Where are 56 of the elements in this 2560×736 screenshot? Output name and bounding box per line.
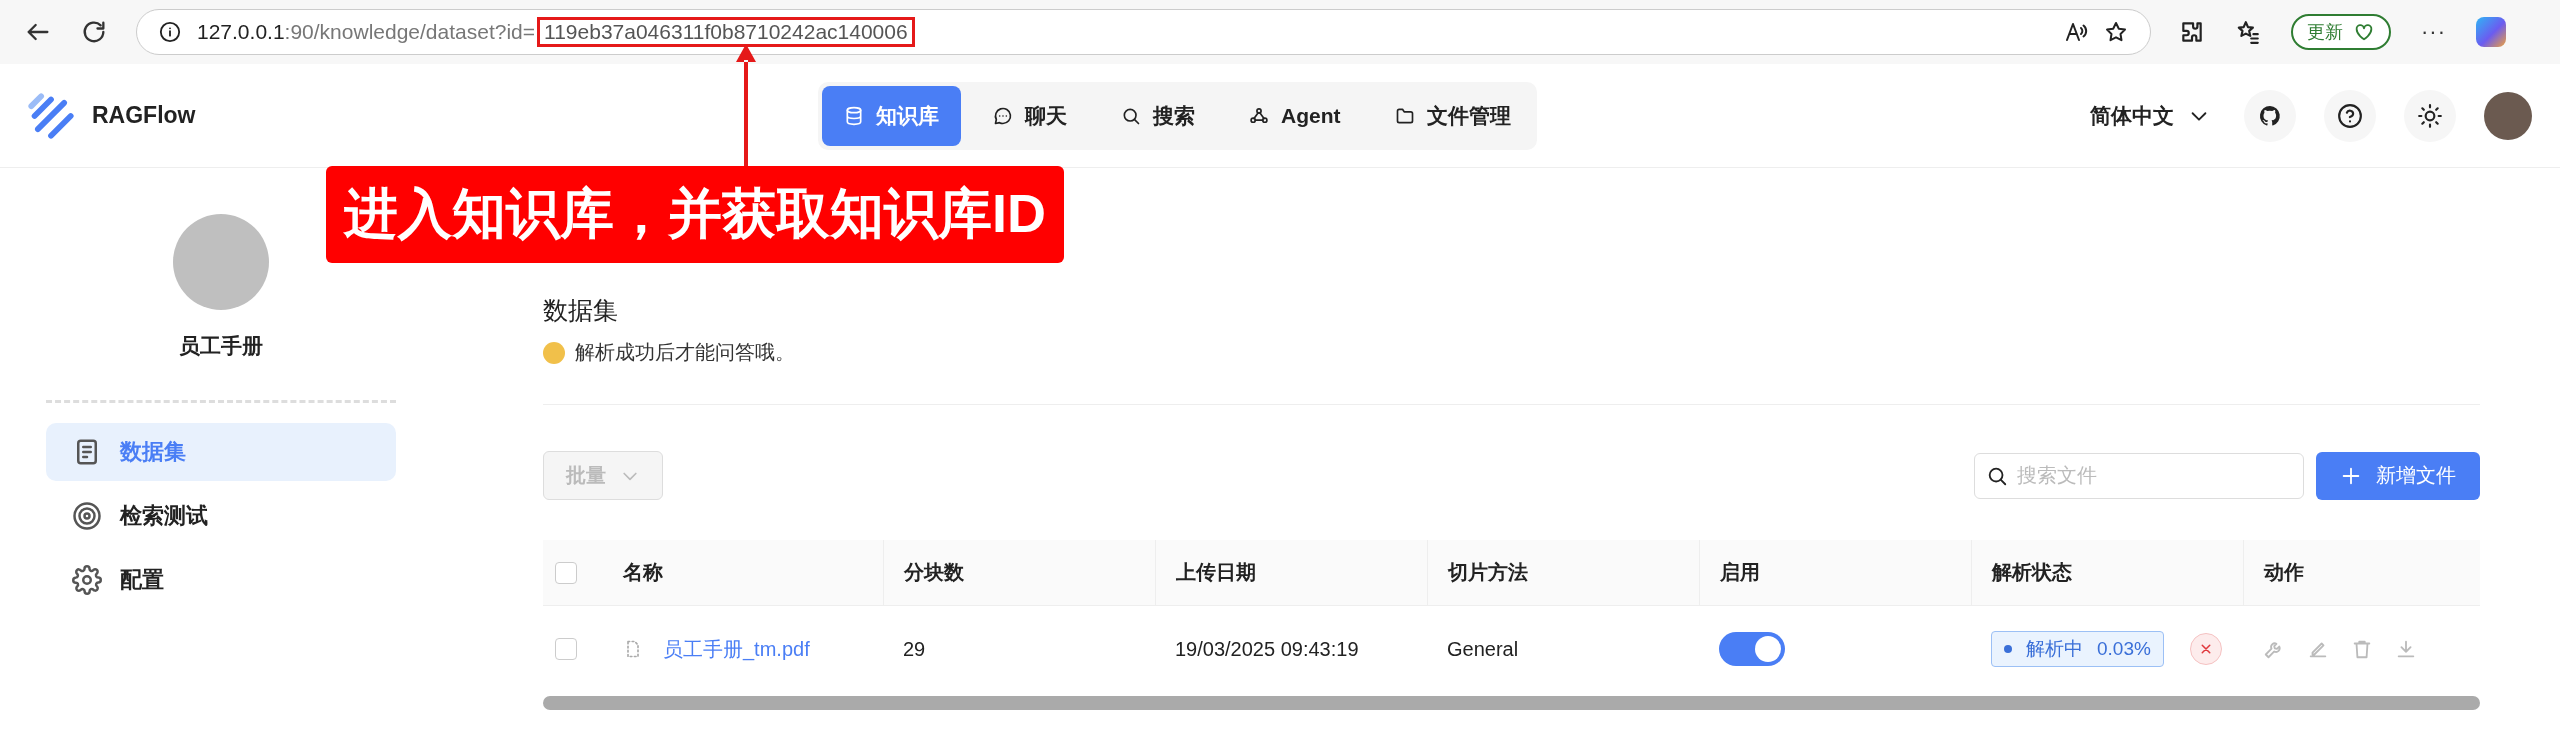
more-button[interactable]: ···	[2421, 19, 2446, 45]
info-icon	[159, 21, 181, 43]
annotation-label: 进入知识库，并获取知识库ID	[326, 166, 1064, 263]
nav-tab[interactable]: 知识库	[822, 85, 961, 146]
column-header: 解析状态	[1992, 560, 2072, 585]
heart-icon	[2353, 21, 2375, 43]
url-path: :90/knowledge/dataset?id=	[284, 20, 536, 44]
url-host: 127.0.0.1	[197, 20, 285, 44]
upload-date: 19/03/2025 09:43:19	[1175, 637, 1359, 661]
column-header: 动作	[2264, 560, 2304, 585]
chat-icon	[993, 105, 1013, 126]
address-bar[interactable]: 127.0.0.1:90/knowledge/dataset?id= 119eb37a046311f0b8710242ac140006	[136, 9, 2151, 55]
nav-tab[interactable]: 聊天	[971, 85, 1089, 146]
read-aloud-icon	[2064, 20, 2088, 44]
column-header: 名称	[623, 560, 663, 585]
user-avatar[interactable]	[2484, 91, 2532, 140]
sun-icon	[2417, 102, 2443, 129]
language-selector[interactable]: 简体中文	[2084, 100, 2216, 131]
puzzle-icon	[2179, 19, 2205, 45]
github-icon	[2258, 103, 2282, 128]
column-header: 启用	[1720, 560, 1760, 585]
checkbox[interactable]	[555, 638, 577, 660]
download-icon	[2395, 638, 2417, 660]
column-header: 分块数	[904, 560, 964, 585]
scrollbar[interactable]	[543, 696, 2480, 710]
nav-tab[interactable]: 搜索	[1099, 85, 1217, 146]
target-icon	[72, 501, 102, 531]
chunk-count: 29	[903, 637, 926, 661]
checkbox[interactable]	[555, 561, 577, 584]
knowledge-base-name: 员工手册	[179, 333, 263, 359]
favorites-icon	[2235, 19, 2261, 45]
file-link[interactable]: 员工手册_tm.pdf	[663, 635, 810, 663]
cancel-button[interactable]	[2189, 633, 2222, 665]
chunk-method: General	[1447, 637, 1519, 661]
enable-toggle[interactable]	[1719, 632, 1785, 666]
update-button[interactable]: 更新	[2291, 14, 2391, 50]
star-icon	[2104, 20, 2128, 44]
trash-icon	[2351, 638, 2373, 660]
parse-status-badge: 解析中 0.03%	[1991, 631, 2164, 667]
search-field[interactable]: 搜索文件	[1974, 452, 2304, 499]
nodes-icon	[1249, 105, 1269, 126]
column-header: 上传日期	[1176, 560, 1256, 585]
add-file-button[interactable]: 新增文件	[2316, 451, 2480, 500]
settings-icon	[72, 565, 102, 595]
url-dataset-id: 119eb37a046311f0b8710242ac140006	[537, 17, 915, 47]
hint-text: 解析成功后才能问答哦。	[575, 340, 795, 365]
sidebar-item[interactable]: 检索测试	[46, 487, 396, 545]
nav-tab[interactable]: Agent	[1227, 85, 1363, 146]
logo-icon	[28, 92, 74, 139]
help-icon	[2337, 102, 2363, 129]
column-header: 切片方法	[1448, 560, 1528, 585]
section-title: 数据集	[543, 295, 619, 326]
brand-name: RAGFlow	[92, 102, 196, 129]
sidebar-item[interactable]: 配置	[46, 551, 396, 609]
nav-tab[interactable]: 文件管理	[1372, 85, 1533, 146]
database-icon	[844, 105, 864, 126]
